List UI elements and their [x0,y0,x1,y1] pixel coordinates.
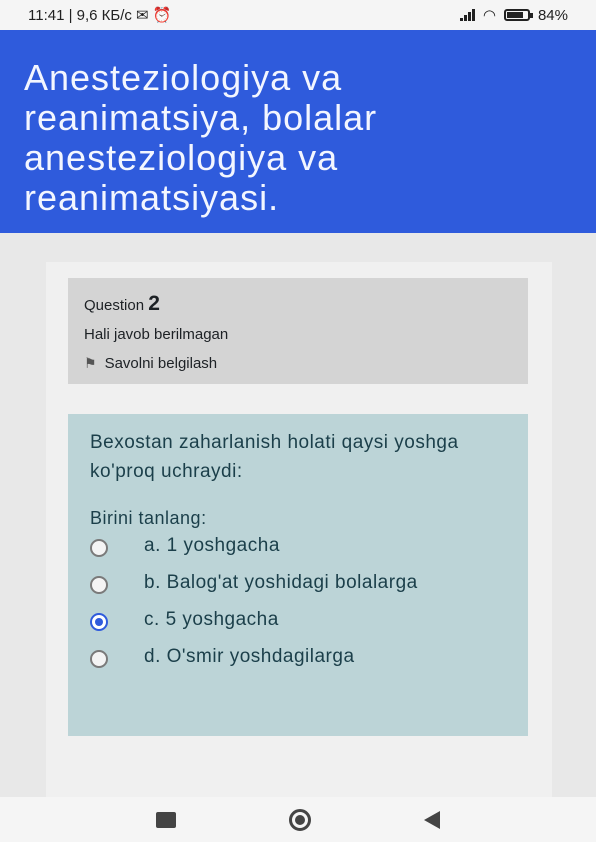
radio-d[interactable] [90,650,108,668]
question-formulation: Bexostan zaharlanish holati qaysi yoshga… [68,414,528,736]
wifi-icon: ◠ [482,7,496,24]
radio-b[interactable] [90,576,108,594]
answer-option-a[interactable]: a. 1 yoshgacha [90,535,506,560]
answer-option-label[interactable]: b. Balog'at yoshidagi bolalarga [90,568,418,597]
status-right: ◠ 84% [459,6,568,24]
page-title: Anesteziologiya va reanimatsiya, bolalar… [24,57,378,218]
flag-icon[interactable]: ⚑ [84,355,97,372]
alarm-icon: ⏰ [152,7,172,24]
answer-text: Balog'at yoshidagi bolalarga [166,572,418,593]
answer-letter: b. [144,572,161,593]
question-state: Hali javob berilmagan [84,326,229,343]
question-info: Question 2 Hali javob berilmagan ⚑ Savol… [68,278,528,384]
answer-option-c[interactable]: c. 5 yoshgacha [90,609,506,634]
answer-letter: d. [144,646,161,667]
battery-level: 84% [537,6,568,24]
flag-question-label[interactable]: Savolni belgilash [105,355,218,372]
answer-option-d[interactable]: d. O'smir yoshdagilarga [90,646,506,671]
radio-a[interactable] [90,539,108,557]
answer-prompt: Birini tanlang: [90,508,207,528]
answer-letter: c. [144,609,160,630]
flag-question-link[interactable]: ⚑ Savolni belgilash [84,355,512,372]
status-time: 11:41 | 9,6 КБ/с [28,6,132,24]
answer-option-b[interactable]: b. Balog'at yoshidagi bolalarga [90,572,506,597]
answer-text: 5 yoshgacha [165,609,279,630]
android-nav-bar [0,797,596,842]
battery-icon [503,9,533,21]
question-number: 2 [148,292,160,315]
answer-option-label[interactable]: c. 5 yoshgacha [130,605,279,634]
question-number-line: Question 2 [84,292,512,316]
question-text: Bexostan zaharlanish holati qaysi yoshga… [90,432,459,482]
recent-apps-icon[interactable] [156,811,177,828]
signal-icon [459,9,475,21]
quiz-content: Question 2 Hali javob berilmagan ⚑ Savol… [46,262,552,797]
status-left: 11:41 | 9,6 КБ/с ✉ ⏰ [28,6,172,25]
answer-text: 1 yoshgacha [166,535,280,556]
status-bar: 11:41 | 9,6 КБ/с ✉ ⏰ ◠ 84% [0,0,596,30]
answer-option-label[interactable]: d. O'smir yoshdagilarga [130,642,355,671]
radio-c[interactable] [90,613,108,631]
back-icon[interactable] [423,810,440,829]
home-icon[interactable] [288,808,311,831]
answer-option-label[interactable]: a. 1 yoshgacha [130,531,280,560]
notification-icon: ✉ [135,7,149,24]
answer-text: O'smir yoshdagilarga [166,646,355,667]
question-label: Question [84,297,145,314]
answer-letter: a. [144,535,161,556]
page-header: Anesteziologiya va reanimatsiya, bolalar… [0,30,596,233]
